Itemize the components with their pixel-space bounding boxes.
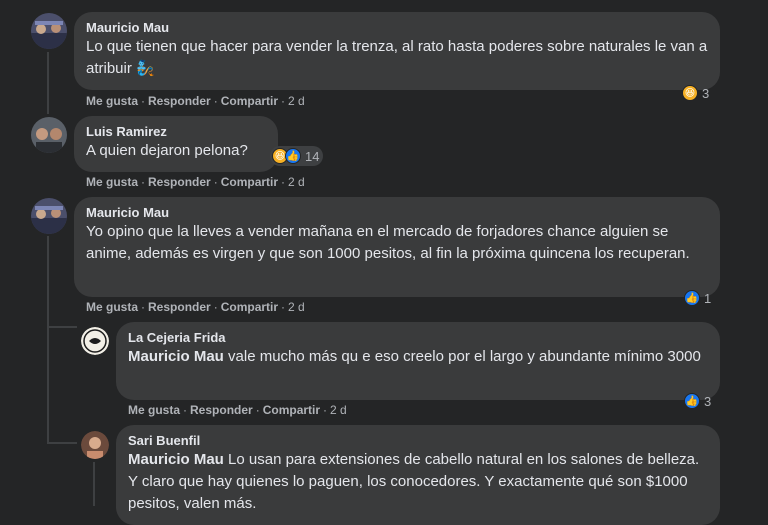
reply-bubble: La Cejeria Frida Mauricio Mau vale mucho… — [116, 322, 720, 400]
timestamp[interactable]: 2 d — [288, 175, 305, 189]
reply-link[interactable]: Responder — [190, 403, 253, 417]
reply-text: Mauricio Mau Lo usan para extensiones de… — [128, 451, 700, 512]
like-link[interactable]: Me gusta — [86, 175, 138, 189]
avatar[interactable] — [31, 13, 67, 49]
comment-author[interactable]: Mauricio Mau — [86, 205, 708, 221]
share-link[interactable]: Compartir — [221, 300, 278, 314]
thread-branch — [47, 326, 77, 328]
like-reaction-icon: 👍 — [684, 290, 700, 306]
like-reaction-icon: 👍 — [285, 148, 301, 164]
reaction-summary[interactable]: 😆 3 — [680, 83, 713, 103]
haha-reaction-icon: 😆 — [682, 85, 698, 101]
avatar[interactable] — [31, 198, 67, 234]
reaction-summary[interactable]: 👍 1 — [682, 288, 715, 308]
reaction-count: 3 — [704, 393, 712, 409]
comment-actions: Me gusta · Responder · Compartir · 2 d — [86, 94, 305, 108]
reaction-summary[interactable]: 👍 3 — [682, 391, 715, 411]
comment-actions: Me gusta · Responder · Compartir · 2 d — [86, 175, 305, 189]
comment-bubble: Luis Ramirez A quien dejaron pelona? — [74, 116, 278, 172]
reply-link[interactable]: Responder — [148, 175, 211, 189]
timestamp[interactable]: 2 d — [288, 94, 305, 108]
comment-actions: Me gusta · Responder · Compartir · 2 d — [86, 300, 305, 314]
timestamp[interactable]: 2 d — [330, 403, 347, 417]
reaction-count: 14 — [305, 148, 320, 164]
comment-bubble: Mauricio Mau Lo que tienen que hacer par… — [74, 12, 720, 90]
reply-author[interactable]: La Cejeria Frida — [128, 330, 708, 346]
comment-text: Yo opino que la lleves a vender mañana e… — [86, 223, 690, 262]
like-link[interactable]: Me gusta — [86, 300, 138, 314]
avatar[interactable] — [81, 431, 109, 459]
mention-link[interactable]: Mauricio Mau — [128, 348, 224, 365]
share-link[interactable]: Compartir — [221, 94, 278, 108]
reaction-summary[interactable]: 😆 👍 14 — [270, 146, 324, 166]
comment-author[interactable]: Luis Ramirez — [86, 124, 266, 140]
reply-author[interactable]: Sari Buenfil — [128, 433, 708, 449]
share-link[interactable]: Compartir — [263, 403, 320, 417]
timestamp[interactable]: 2 d — [288, 300, 305, 314]
like-link[interactable]: Me gusta — [128, 403, 180, 417]
thread-branch — [47, 442, 77, 444]
comment-text: Lo que tienen que hacer para vender la t… — [86, 38, 708, 77]
avatar[interactable] — [31, 117, 67, 153]
reaction-count: 3 — [702, 85, 710, 101]
mention-link[interactable]: Mauricio Mau — [128, 451, 224, 468]
reply-bubble: Sari Buenfil Mauricio Mau Lo usan para e… — [116, 425, 720, 525]
comment-author[interactable]: Mauricio Mau — [86, 20, 708, 36]
share-link[interactable]: Compartir — [221, 175, 278, 189]
like-link[interactable]: Me gusta — [86, 94, 138, 108]
reply-link[interactable]: Responder — [148, 94, 211, 108]
reply-text: Mauricio Mau vale mucho más qu e eso cre… — [128, 348, 701, 365]
comment-text: A quien dejaron pelona? — [86, 142, 248, 159]
thread-line — [47, 236, 49, 442]
reaction-count: 1 — [704, 290, 712, 306]
reply-actions: Me gusta · Responder · Compartir · 2 d — [128, 403, 347, 417]
reply-link[interactable]: Responder — [148, 300, 211, 314]
thread-line — [47, 52, 49, 114]
comment-bubble: Mauricio Mau Yo opino que la lleves a ve… — [74, 197, 720, 297]
like-reaction-icon: 👍 — [684, 393, 700, 409]
avatar[interactable] — [81, 327, 109, 355]
thread-line — [93, 462, 95, 506]
